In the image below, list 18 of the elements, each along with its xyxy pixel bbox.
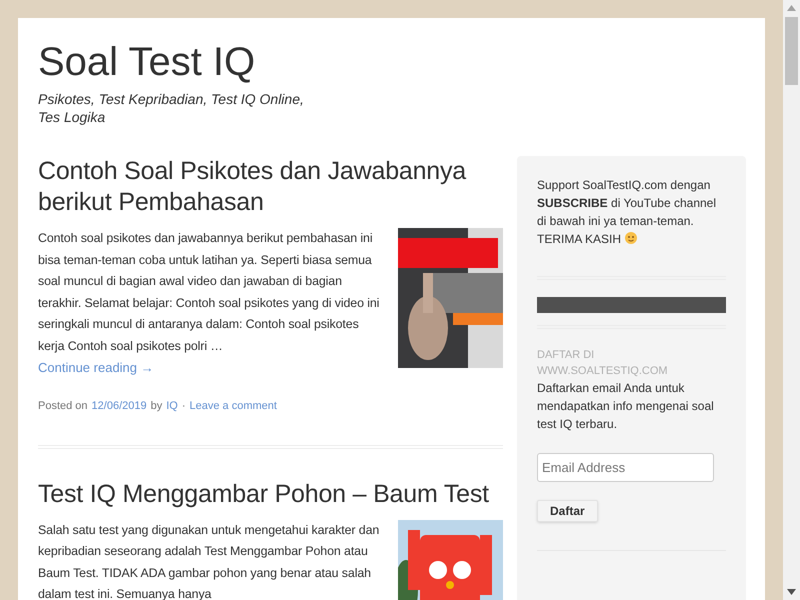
post-excerpt: Contoh soal psikotes dan jawabannya berikut pembahasan ini bisa teman-teman coba untuk latihan ya. Seperti biasa semua soal muncul di bagian awal video dan jawaban di bagian terakhir. Selamat belajar: Contoh soal psikotes yang di video ini seringkali muncul di antaranya dalam: Contoh soal psikotes kerja Contoh soal psikotes polri … bbox=[38, 230, 380, 355]
post-title[interactable]: Contoh Soal Psikotes dan Jawabannya berikut Pembahasan bbox=[38, 156, 503, 218]
meta-label: Posted on bbox=[38, 399, 88, 414]
site-tagline: Psikotes, Test Kepribadian, Test IQ Online, Tes Logika bbox=[38, 90, 304, 126]
support-text: Support SoalTestIQ.com dengan SUBSCRIBE di YouTube channel di bawah ini ya teman-teman. TERIMA KASIH bbox=[537, 177, 718, 248]
meta-separator: · bbox=[182, 399, 186, 414]
scroll-up-icon[interactable] bbox=[787, 5, 796, 11]
site-title[interactable]: Soal Test IQ bbox=[38, 38, 256, 86]
post-title[interactable]: Test IQ Menggambar Pohon – Baum Test bbox=[38, 478, 503, 510]
subscribe-button[interactable]: Daftar bbox=[537, 500, 598, 522]
scroll-thumb[interactable] bbox=[785, 17, 798, 85]
smiley-icon bbox=[625, 232, 638, 244]
email-field[interactable]: Email Address bbox=[537, 453, 714, 482]
meta-label: by bbox=[150, 399, 162, 414]
subscribe-text: Daftarkan email Anda untuk mendapatkan info mengenai soal test IQ terbaru. bbox=[537, 380, 715, 433]
widget-heading: DAFTAR DI WWW.SOALTESTIQ.COM bbox=[537, 348, 669, 379]
scrollbar[interactable] bbox=[783, 0, 800, 600]
scroll-down-icon[interactable] bbox=[787, 589, 796, 595]
